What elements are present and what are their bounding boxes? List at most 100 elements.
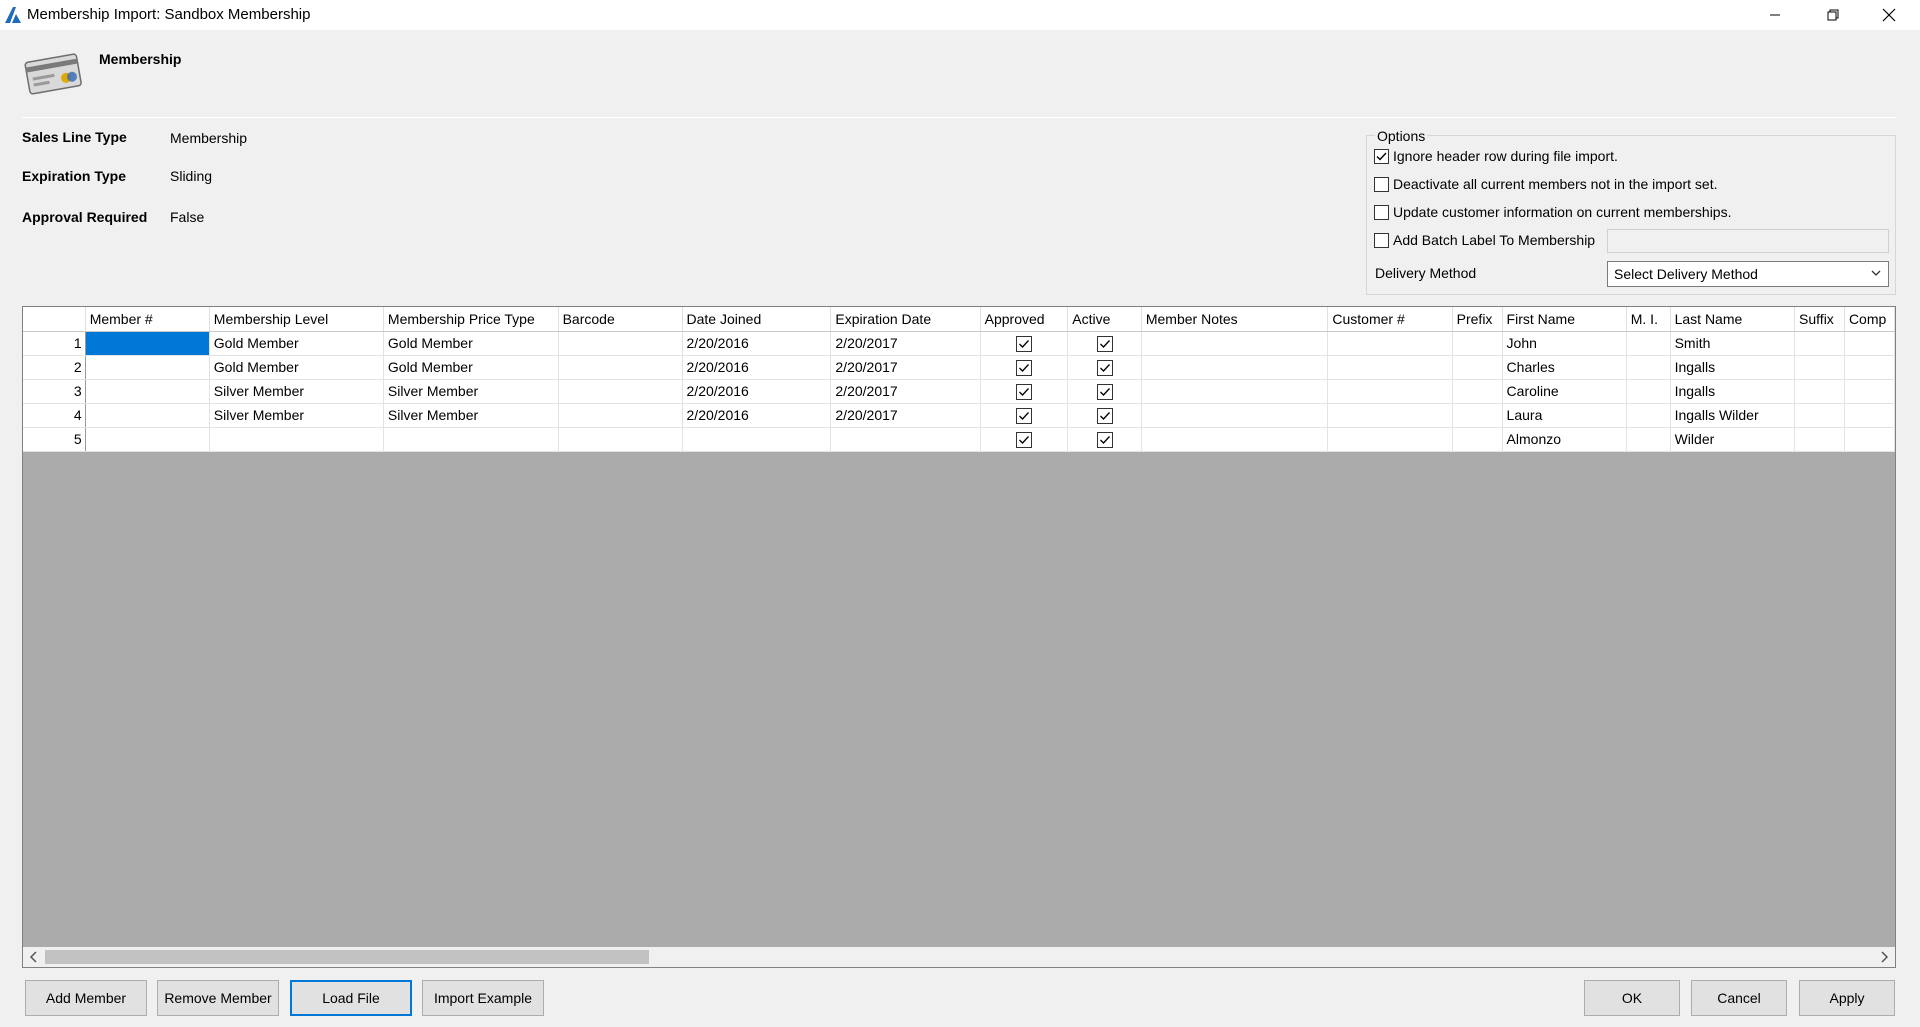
grid-cell[interactable]: Ingalls Wilder (1670, 403, 1796, 428)
grid-cell[interactable] (85, 403, 210, 428)
column-header[interactable]: Approved (980, 307, 1069, 332)
grid-cell[interactable] (1141, 379, 1329, 404)
horizontal-scrollbar[interactable] (23, 947, 1895, 967)
grid-checkbox-cell[interactable] (1067, 331, 1142, 356)
grid-cell[interactable] (1327, 403, 1453, 428)
grid-cell[interactable]: Gold Member (209, 355, 384, 380)
apply-button[interactable]: Apply (1799, 980, 1895, 1016)
add-batch-label-option[interactable]: Add Batch Label To Membership (1374, 232, 1595, 248)
grid-cell[interactable] (1141, 331, 1329, 356)
grid-cell[interactable]: Almonzo (1502, 427, 1627, 452)
ok-button[interactable]: OK (1584, 980, 1680, 1016)
grid-cell[interactable]: 2/20/2017 (830, 403, 981, 428)
scrollbar-thumb[interactable] (45, 950, 649, 964)
grid-cell[interactable] (1141, 427, 1329, 452)
ignore-header-checkbox[interactable] (1374, 148, 1389, 164)
column-header[interactable]: Customer # (1327, 307, 1453, 332)
column-header[interactable]: Member Notes (1141, 307, 1329, 332)
update-customer-option[interactable]: Update customer information on current m… (1374, 204, 1731, 220)
grid-cell[interactable] (1844, 403, 1895, 428)
grid-cell[interactable] (85, 355, 210, 380)
table-row[interactable]: 2 Gold Member Gold Member 2/20/2016 2/20/201… (23, 355, 1895, 380)
grid-cell[interactable] (558, 403, 683, 428)
column-header[interactable]: First Name (1502, 307, 1627, 332)
grid-cell[interactable]: Silver Member (383, 403, 559, 428)
grid-checkbox-cell[interactable] (980, 403, 1069, 428)
scroll-right-icon[interactable] (1879, 950, 1889, 964)
grid-cell[interactable] (383, 427, 559, 452)
grid-checkbox[interactable] (1096, 407, 1113, 424)
grid-cell[interactable]: Smith (1670, 331, 1796, 356)
grid-cell[interactable] (1844, 427, 1895, 452)
remove-member-button[interactable]: Remove Member (157, 980, 279, 1016)
update-customer-checkbox[interactable] (1374, 204, 1389, 220)
grid-cell[interactable] (558, 355, 683, 380)
grid-cell[interactable]: Silver Member (209, 403, 384, 428)
grid-cell[interactable] (1794, 427, 1845, 452)
grid-cell[interactable]: Wilder (1670, 427, 1796, 452)
grid-cell[interactable]: 2/20/2017 (830, 355, 981, 380)
load-file-button[interactable]: Load File (290, 980, 412, 1016)
column-header[interactable]: Suffix (1794, 307, 1845, 332)
grid-cell[interactable] (209, 427, 384, 452)
ignore-header-option[interactable]: Ignore header row during file import. (1374, 148, 1618, 164)
close-button[interactable] (1866, 0, 1912, 30)
table-row[interactable]: 5 Almonzo Wilder (23, 427, 1895, 452)
grid-checkbox[interactable] (1015, 431, 1032, 448)
column-header[interactable]: Barcode (558, 307, 683, 332)
table-row[interactable]: 3 Silver Member Silver Member 2/20/2016 2/20… (23, 379, 1895, 404)
scroll-left-icon[interactable] (29, 950, 39, 964)
grid-cell[interactable] (830, 427, 981, 452)
table-row[interactable]: 4 Silver Member Silver Member 2/20/2016 2/20… (23, 403, 1895, 428)
grid-cell[interactable] (1327, 427, 1453, 452)
grid-checkbox-cell[interactable] (1067, 403, 1142, 428)
grid-cell[interactable]: Gold Member (383, 331, 559, 356)
grid-cell[interactable]: Ingalls (1670, 379, 1796, 404)
grid-cell[interactable] (558, 331, 683, 356)
grid-cell[interactable]: 2/20/2016 (682, 379, 832, 404)
grid-cell[interactable] (1452, 403, 1503, 428)
grid-cell[interactable]: 2/20/2016 (682, 355, 832, 380)
grid-checkbox-cell[interactable] (1067, 427, 1142, 452)
column-header[interactable]: Prefix (1452, 307, 1503, 332)
column-header[interactable]: Comp (1844, 307, 1895, 332)
deactivate-members-checkbox[interactable] (1374, 176, 1389, 192)
grid-checkbox-cell[interactable] (1067, 355, 1142, 380)
grid-cell[interactable]: Silver Member (209, 379, 384, 404)
grid-checkbox[interactable] (1096, 335, 1113, 352)
column-header[interactable]: Date Joined (682, 307, 832, 332)
grid-cell[interactable] (1327, 379, 1453, 404)
grid-checkbox-cell[interactable] (1067, 379, 1142, 404)
grid-cell[interactable] (1626, 379, 1671, 404)
grid-cell[interactable] (1626, 355, 1671, 380)
grid-cell[interactable] (1141, 355, 1329, 380)
grid-cell[interactable]: Charles (1502, 355, 1627, 380)
grid-cell[interactable] (1794, 355, 1845, 380)
delivery-method-select[interactable]: Select Delivery Method (1607, 261, 1889, 287)
grid-cell[interactable]: 2/20/2017 (830, 379, 981, 404)
column-header[interactable]: Membership Price Type (383, 307, 559, 332)
grid-cell[interactable] (1141, 403, 1329, 428)
grid-checkbox[interactable] (1015, 383, 1032, 400)
table-row[interactable]: 1 Gold Member Gold Member 2/20/2016 2/20/201… (23, 331, 1895, 356)
deactivate-members-option[interactable]: Deactivate all current members not in th… (1374, 176, 1717, 192)
grid-cell[interactable] (1626, 331, 1671, 356)
restore-button[interactable] (1810, 0, 1856, 30)
grid-cell[interactable] (1794, 379, 1845, 404)
grid-cell[interactable]: Silver Member (383, 379, 559, 404)
grid-cell[interactable]: 2/20/2017 (830, 331, 981, 356)
grid-cell[interactable]: 2/20/2016 (682, 331, 832, 356)
grid-cell[interactable] (85, 379, 210, 404)
grid-cell[interactable] (1452, 379, 1503, 404)
grid-checkbox[interactable] (1096, 359, 1113, 376)
grid-cell[interactable] (85, 331, 210, 356)
column-header[interactable]: Active (1067, 307, 1142, 332)
add-batch-label-checkbox[interactable] (1374, 232, 1389, 248)
grid-checkbox-cell[interactable] (980, 331, 1069, 356)
batch-label-input[interactable] (1607, 229, 1889, 253)
grid-cell[interactable] (1626, 427, 1671, 452)
minimize-button[interactable] (1752, 0, 1798, 30)
grid-cell[interactable] (1794, 331, 1845, 356)
grid-cell[interactable]: Laura (1502, 403, 1627, 428)
grid-cell[interactable]: John (1502, 331, 1627, 356)
